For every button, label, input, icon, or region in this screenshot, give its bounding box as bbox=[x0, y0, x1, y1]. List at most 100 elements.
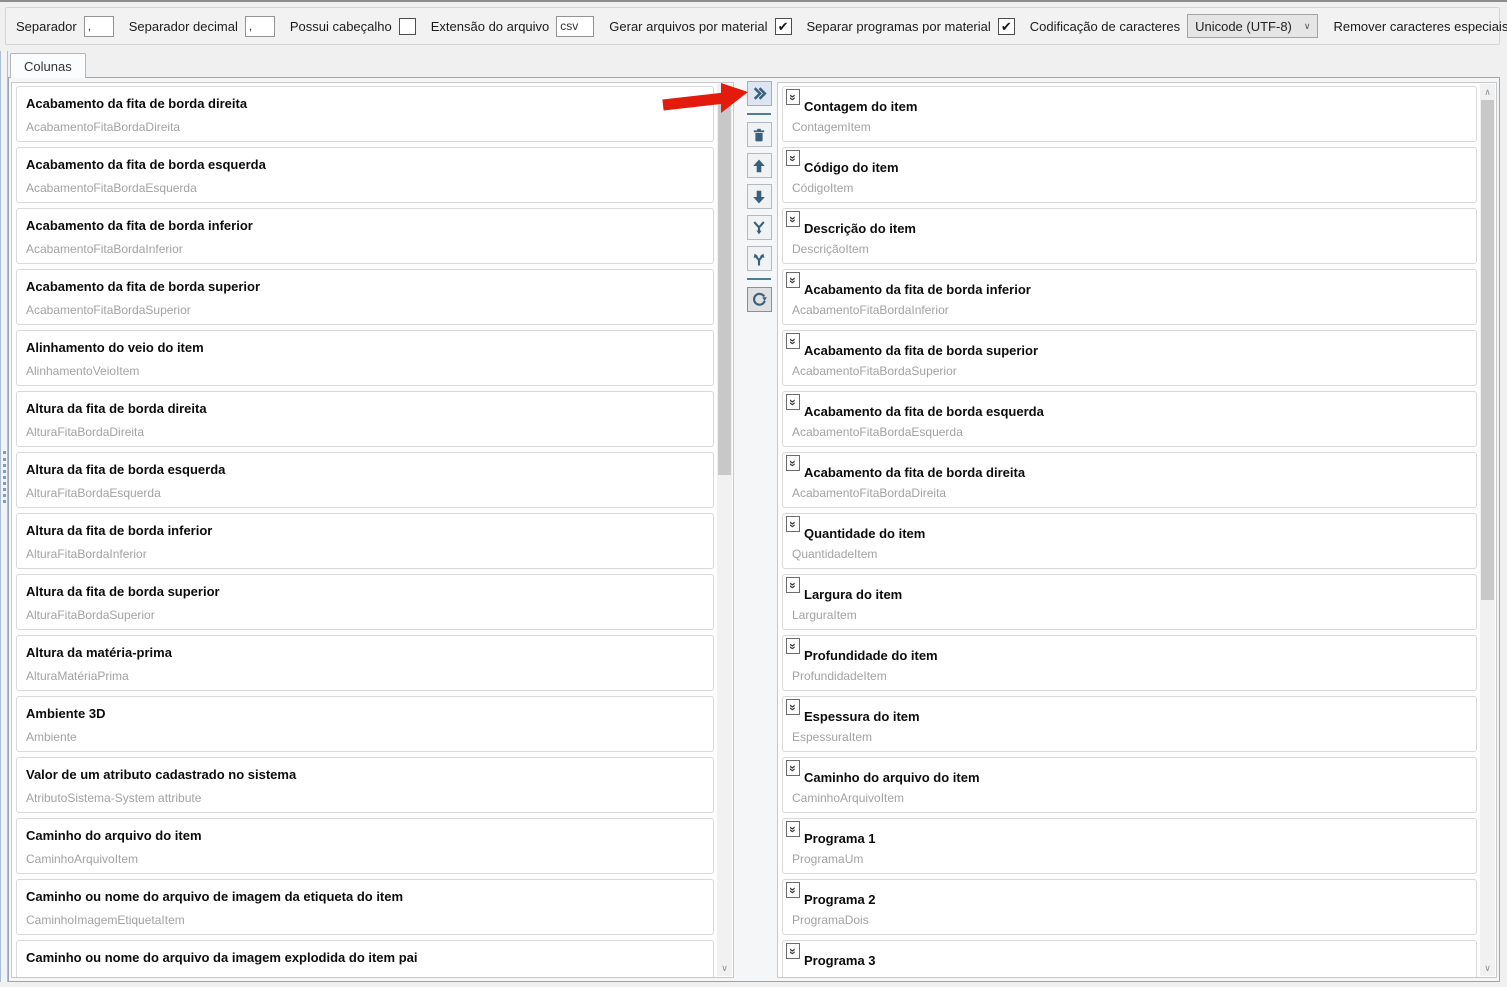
column-title: Altura da matéria-prima bbox=[26, 645, 172, 660]
double-chevron-checkbox-icon[interactable]: » bbox=[786, 882, 800, 898]
available-column-item[interactable]: Acabamento da fita de borda esquerda Aca… bbox=[16, 147, 714, 203]
column-title: Acabamento da fita de borda esquerda bbox=[26, 157, 266, 172]
column-code: CódigoItem bbox=[792, 181, 854, 195]
double-chevron-checkbox-icon[interactable]: » bbox=[786, 699, 800, 715]
double-chevron-checkbox-icon[interactable]: » bbox=[786, 516, 800, 532]
selected-column-item[interactable]: » Programa 2 ProgramaDois bbox=[782, 879, 1477, 935]
available-column-item[interactable]: Ambiente 3D Ambiente bbox=[16, 696, 714, 752]
double-chevron-checkbox-icon[interactable]: » bbox=[786, 272, 800, 288]
selected-column-item[interactable]: » Programa 1 ProgramaUm bbox=[782, 818, 1477, 874]
column-code: CaminhoImagemEtiquetaItem bbox=[26, 913, 185, 927]
double-chevron-checkbox-icon[interactable]: » bbox=[786, 333, 800, 349]
column-title: Caminho ou nome do arquivo de imagem da … bbox=[26, 889, 404, 904]
available-column-item[interactable]: Altura da fita de borda direita AlturaFi… bbox=[16, 391, 714, 447]
double-chevron-right-icon bbox=[753, 87, 767, 100]
decimal-separator-label: Separador decimal bbox=[128, 18, 238, 34]
add-all-columns-button[interactable] bbox=[746, 81, 772, 106]
file-extension-label: Extensão do arquivo bbox=[430, 18, 550, 34]
selected-column-item[interactable]: » Código do item CódigoItem bbox=[782, 147, 1477, 203]
has-header-checkbox[interactable] bbox=[398, 17, 416, 35]
split-columns-button[interactable] bbox=[746, 246, 772, 271]
refresh-button[interactable] bbox=[746, 287, 772, 312]
column-title: Acabamento da fita de borda inferior bbox=[26, 218, 253, 233]
available-column-item[interactable]: Caminho do arquivo do item CaminhoArquiv… bbox=[16, 818, 714, 874]
column-title: Largura do item bbox=[804, 587, 903, 602]
column-code: AlturaFitaBordaEsquerda bbox=[26, 486, 161, 500]
column-code: AcabamentoFitaBordaDireita bbox=[26, 120, 181, 134]
merge-columns-button[interactable] bbox=[746, 215, 772, 240]
button-separator bbox=[747, 113, 771, 115]
available-column-item[interactable]: Valor de um atributo cadastrado no siste… bbox=[16, 757, 714, 813]
double-chevron-checkbox-icon[interactable]: » bbox=[786, 638, 800, 654]
column-title: Acabamento da fita de borda superior bbox=[804, 343, 1039, 358]
available-column-item[interactable]: Altura da fita de borda superior AlturaF… bbox=[16, 574, 714, 630]
selected-column-item[interactable]: » Espessura do item EspessuraItem bbox=[782, 696, 1477, 752]
left-splitter-strip[interactable] bbox=[0, 51, 8, 982]
splitter-grip-icon bbox=[3, 451, 6, 503]
scrollbar-thumb[interactable] bbox=[718, 100, 731, 475]
available-column-item[interactable]: Acabamento da fita de borda superior Aca… bbox=[16, 269, 714, 325]
column-title: Acabamento da fita de borda direita bbox=[804, 465, 1026, 480]
double-chevron-checkbox-icon[interactable]: » bbox=[786, 211, 800, 227]
tab-colunas[interactable]: Colunas bbox=[10, 53, 86, 78]
merge-icon bbox=[753, 220, 765, 234]
selected-columns-panel: » Contagem do item ContagemItem » Código… bbox=[777, 82, 1497, 978]
selected-column-item[interactable]: » Acabamento da fita de borda esquerda A… bbox=[782, 391, 1477, 447]
remove-special-chars-label: Remover caracteres especiais bbox=[1333, 18, 1507, 34]
column-title: Programa 3 bbox=[804, 953, 876, 968]
decimal-separator-input[interactable] bbox=[244, 15, 275, 37]
double-chevron-checkbox-icon[interactable]: » bbox=[786, 89, 800, 105]
scroll-down-icon[interactable]: ∨ bbox=[1480, 960, 1495, 976]
column-code: AcabamentoFitaBordaEsquerda bbox=[792, 425, 963, 439]
available-column-item[interactable]: Caminho ou nome do arquivo de imagem da … bbox=[16, 879, 714, 935]
double-chevron-checkbox-icon[interactable]: » bbox=[786, 760, 800, 776]
available-column-item[interactable]: Caminho ou nome do arquivo da imagem exp… bbox=[16, 940, 714, 977]
available-column-item[interactable]: Acabamento da fita de borda inferior Aca… bbox=[16, 208, 714, 264]
column-title: Acabamento da fita de borda superior bbox=[26, 279, 261, 294]
column-code: ProgramaDois bbox=[792, 913, 869, 927]
column-title: Acabamento da fita de borda direita bbox=[26, 96, 248, 111]
double-chevron-checkbox-icon[interactable]: » bbox=[786, 394, 800, 410]
separator-input[interactable] bbox=[83, 15, 114, 37]
column-title: Programa 1 bbox=[804, 831, 876, 846]
available-column-item[interactable]: Altura da matéria-prima AlturaMatériaPri… bbox=[16, 635, 714, 691]
selected-columns-list: » Contagem do item ContagemItem » Código… bbox=[782, 86, 1477, 977]
column-action-buttons bbox=[745, 81, 773, 312]
selected-column-item[interactable]: » Programa 3 bbox=[782, 940, 1477, 977]
move-up-button[interactable] bbox=[746, 153, 772, 178]
available-column-item[interactable]: Acabamento da fita de borda direita Acab… bbox=[16, 86, 714, 142]
files-per-material-checkbox[interactable] bbox=[774, 17, 792, 35]
encoding-select[interactable]: Unicode (UTF-8) ∨ bbox=[1187, 14, 1319, 38]
selected-column-item[interactable]: » Caminho do arquivo do item CaminhoArqu… bbox=[782, 757, 1477, 813]
selected-column-item[interactable]: » Acabamento da fita de borda superior A… bbox=[782, 330, 1477, 386]
scrollbar-thumb[interactable] bbox=[1481, 100, 1494, 600]
selected-column-item[interactable]: » Descrição do item DescriçãoItem bbox=[782, 208, 1477, 264]
selected-column-item[interactable]: » Profundidade do item ProfundidadeItem bbox=[782, 635, 1477, 691]
column-title: Altura da fita de borda inferior bbox=[26, 523, 213, 538]
scroll-down-icon[interactable]: ∨ bbox=[717, 960, 732, 976]
double-chevron-checkbox-icon[interactable]: » bbox=[786, 577, 800, 593]
available-column-item[interactable]: Altura da fita de borda inferior AlturaF… bbox=[16, 513, 714, 569]
double-chevron-checkbox-icon[interactable]: » bbox=[786, 150, 800, 166]
selected-column-item[interactable]: » Quantidade do item QuantidadeItem bbox=[782, 513, 1477, 569]
selected-columns-scrollbar[interactable]: ∧ ∨ bbox=[1480, 84, 1495, 976]
available-columns-scrollbar[interactable]: ∧ ∨ bbox=[717, 84, 732, 976]
separator-label: Separador bbox=[16, 18, 77, 34]
available-column-item[interactable]: Alinhamento do veio do item AlinhamentoV… bbox=[16, 330, 714, 386]
file-extension-input[interactable] bbox=[556, 15, 595, 37]
programs-per-material-checkbox[interactable] bbox=[997, 17, 1015, 35]
column-code: AlinhamentoVeioItem bbox=[26, 364, 140, 378]
scroll-up-icon[interactable]: ∧ bbox=[717, 84, 732, 100]
selected-column-item[interactable]: » Largura do item LarguraItem bbox=[782, 574, 1477, 630]
double-chevron-checkbox-icon[interactable]: » bbox=[786, 455, 800, 471]
available-column-item[interactable]: Altura da fita de borda esquerda AlturaF… bbox=[16, 452, 714, 508]
double-chevron-checkbox-icon[interactable]: » bbox=[786, 821, 800, 837]
selected-column-item[interactable]: » Acabamento da fita de borda inferior A… bbox=[782, 269, 1477, 325]
selected-column-item[interactable]: » Acabamento da fita de borda direita Ac… bbox=[782, 452, 1477, 508]
column-code: AlturaMatériaPrima bbox=[26, 669, 129, 683]
selected-column-item[interactable]: » Contagem do item ContagemItem bbox=[782, 86, 1477, 142]
move-down-button[interactable] bbox=[746, 184, 772, 209]
double-chevron-checkbox-icon[interactable]: » bbox=[786, 943, 800, 959]
delete-column-button[interactable] bbox=[746, 122, 772, 147]
scroll-up-icon[interactable]: ∧ bbox=[1480, 84, 1495, 100]
